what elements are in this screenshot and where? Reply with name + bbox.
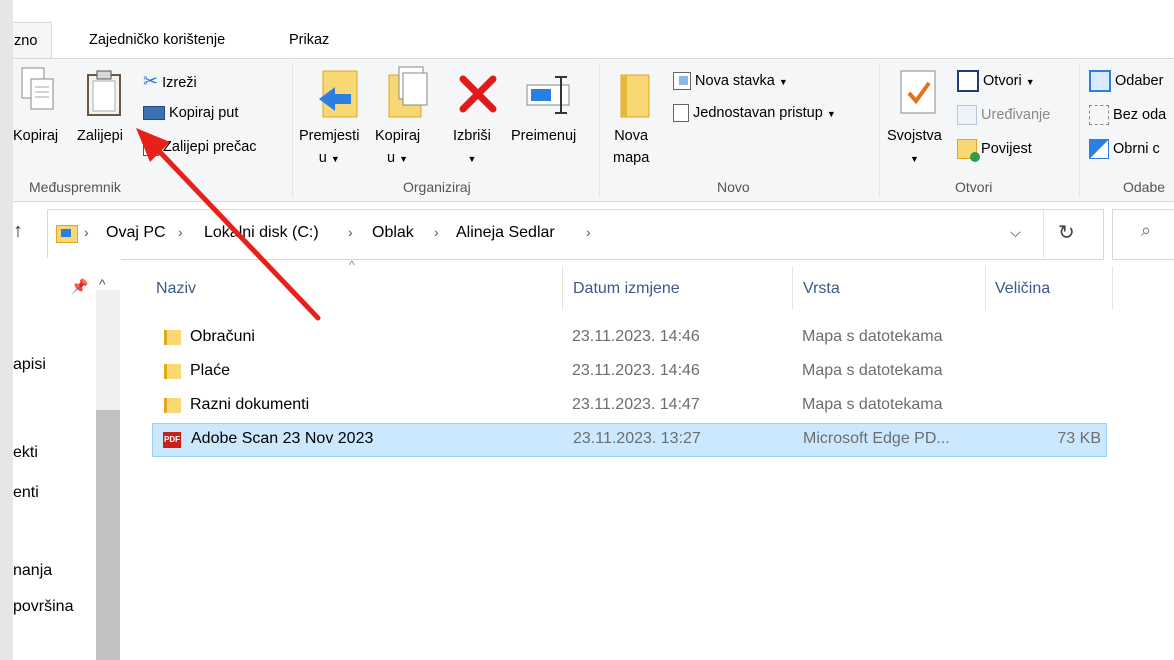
annotation-arrow xyxy=(136,128,321,321)
